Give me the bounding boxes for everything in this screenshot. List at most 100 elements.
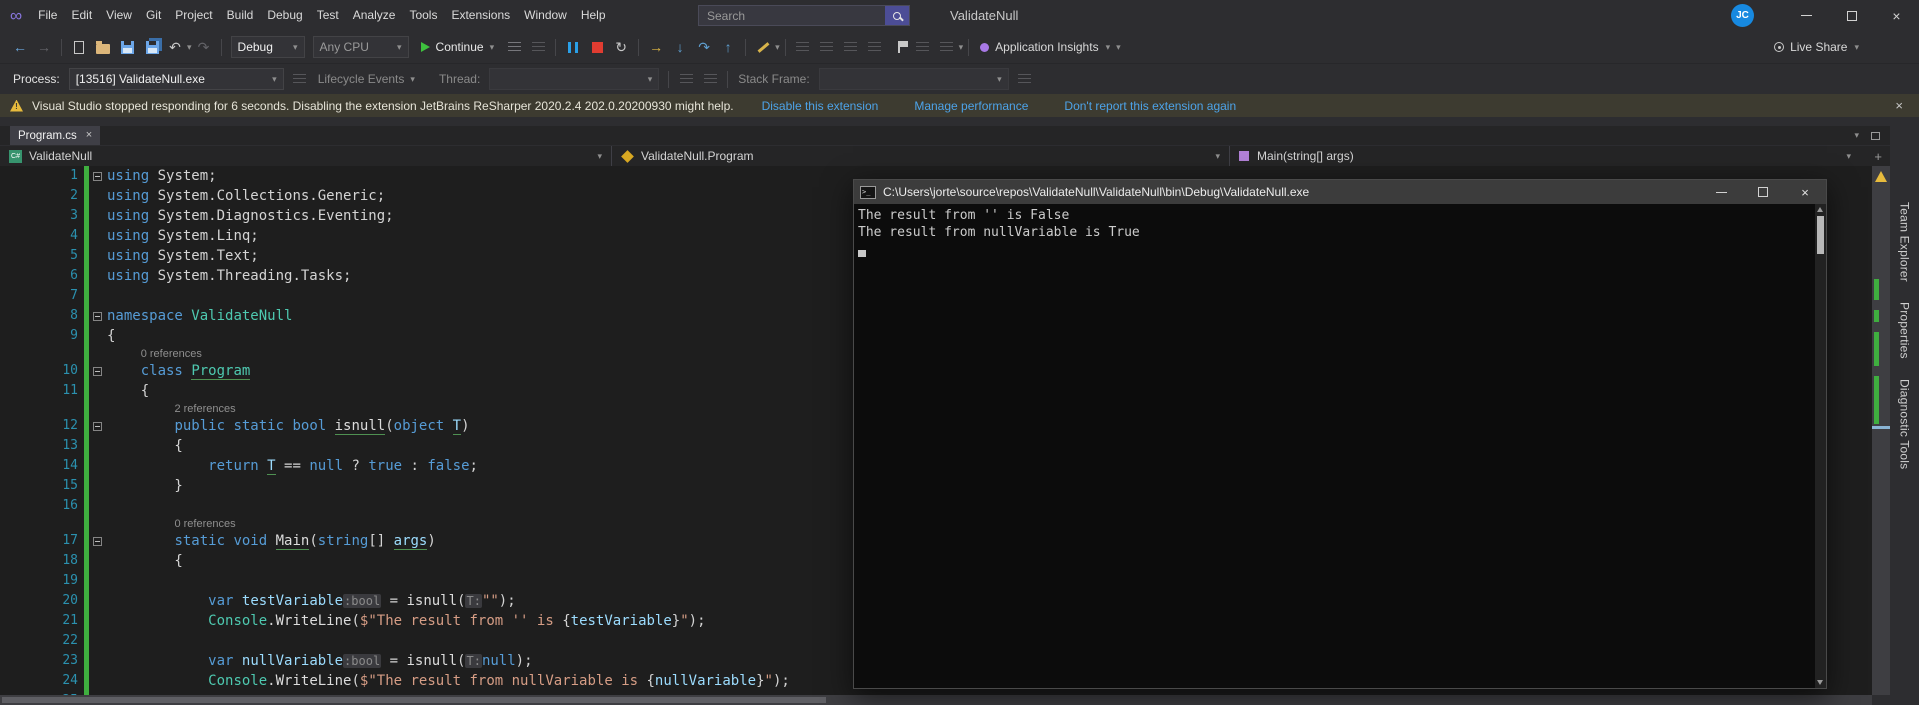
menu-project[interactable]: Project: [168, 0, 219, 31]
lifecycle-icon-button[interactable]: [289, 67, 311, 91]
stop-debugging-button[interactable]: [586, 35, 608, 59]
tab-close-icon[interactable]: ×: [86, 130, 92, 141]
navigate-back-button[interactable]: ←: [9, 35, 31, 59]
indent-button[interactable]: [840, 35, 862, 59]
line-number[interactable]: 19: [0, 571, 84, 591]
save-button[interactable]: [116, 35, 138, 59]
navigate-forward-button[interactable]: →: [33, 35, 55, 59]
fold-toggle[interactable]: [89, 361, 105, 381]
console-minimize-button[interactable]: [1700, 180, 1742, 204]
code-cleanup-button[interactable]: [752, 35, 774, 59]
solution-platform-dropdown[interactable]: Any CPU ▾: [312, 36, 409, 58]
save-all-button[interactable]: [140, 35, 162, 59]
line-number[interactable]: 23: [0, 651, 84, 671]
console-window[interactable]: >_ C:\Users\jorte\source\repos\ValidateN…: [853, 179, 1827, 689]
line-number[interactable]: 14: [0, 456, 84, 476]
solution-configuration-dropdown[interactable]: Debug ▾: [230, 36, 305, 58]
line-number[interactable]: 18: [0, 551, 84, 571]
float-window-icon[interactable]: [1871, 131, 1880, 140]
step-out-button[interactable]: ↑: [717, 35, 739, 59]
search-button[interactable]: [885, 6, 909, 25]
line-number[interactable]: [0, 346, 84, 361]
line-number[interactable]: 1: [0, 166, 84, 186]
toolbar-options-dropdown[interactable]: ▾: [1116, 42, 1121, 52]
add-icon[interactable]: +: [1874, 146, 1882, 167]
line-number[interactable]: [0, 401, 84, 416]
thread-dropdown[interactable]: ▾: [489, 68, 660, 90]
infobar-link-2[interactable]: Don't report this extension again: [1064, 99, 1236, 113]
toolbar-overflow-dropdown[interactable]: ▾: [959, 42, 964, 52]
lifecycle-events-dropdown[interactable]: Lifecycle Events ▾: [318, 72, 415, 86]
continue-button[interactable]: Continue ▾: [420, 40, 494, 54]
minimize-button[interactable]: [1784, 0, 1829, 31]
bookmark-prev-button[interactable]: [936, 35, 958, 59]
bookmark-next-button[interactable]: [912, 35, 934, 59]
fold-toggle[interactable]: [89, 531, 105, 551]
scroll-up-icon[interactable]: [1817, 207, 1823, 212]
process-dropdown[interactable]: [13516] ValidateNull.exe ▾: [68, 68, 284, 90]
restart-button[interactable]: ↻: [610, 35, 632, 59]
console-close-button[interactable]: ×: [1784, 180, 1826, 204]
comment-button[interactable]: [864, 35, 886, 59]
infobar-link-1[interactable]: Manage performance: [914, 99, 1028, 113]
line-number[interactable]: 6: [0, 266, 84, 286]
fold-toggle[interactable]: [89, 166, 105, 186]
line-number[interactable]: 13: [0, 436, 84, 456]
menu-debug[interactable]: Debug: [260, 0, 309, 31]
open-file-button[interactable]: [92, 35, 114, 59]
line-number[interactable]: 7: [0, 286, 84, 306]
show-next-statement-button[interactable]: →: [645, 35, 667, 59]
line-number[interactable]: 16: [0, 496, 84, 516]
menu-git[interactable]: Git: [139, 0, 168, 31]
console-title-bar[interactable]: >_ C:\Users\jorte\source\repos\ValidateN…: [854, 180, 1826, 204]
menu-build[interactable]: Build: [220, 0, 261, 31]
type-dropdown[interactable]: ValidateNull.Program ▾: [612, 146, 1230, 166]
search-input[interactable]: Search: [698, 5, 910, 26]
line-number[interactable]: 22: [0, 631, 84, 651]
codelens-references[interactable]: 0 references: [174, 518, 235, 530]
stack-frame-dropdown[interactable]: ▾: [818, 68, 1009, 90]
project-dropdown[interactable]: C# ValidateNull ▾: [0, 146, 612, 166]
break-all-button[interactable]: [562, 35, 584, 59]
line-number[interactable]: [0, 516, 84, 531]
browser-preview-button[interactable]: [503, 35, 525, 59]
redo-button[interactable]: ↷: [193, 35, 215, 59]
live-share-button[interactable]: Live Share ▾: [1774, 40, 1859, 54]
horizontal-scrollbar[interactable]: [0, 695, 1872, 705]
line-number[interactable]: 24: [0, 671, 84, 691]
menu-edit[interactable]: Edit: [64, 0, 99, 31]
step-into-button[interactable]: ↓: [669, 35, 691, 59]
line-number[interactable]: 2: [0, 186, 84, 206]
undo-button[interactable]: ↶: [164, 35, 186, 59]
new-file-button[interactable]: [68, 35, 90, 59]
line-number[interactable]: 3: [0, 206, 84, 226]
console-scrollbar[interactable]: [1815, 204, 1826, 688]
console-output[interactable]: The result from '' is False The result fr…: [854, 204, 1826, 688]
menu-file[interactable]: File: [31, 0, 64, 31]
codelens-references[interactable]: 0 references: [141, 348, 202, 360]
tab-program-cs[interactable]: Program.cs ×: [10, 126, 101, 145]
line-number[interactable]: 9: [0, 326, 84, 346]
menu-analyze[interactable]: Analyze: [346, 0, 403, 31]
line-number[interactable]: 15: [0, 476, 84, 496]
codelens-references[interactable]: 2 references: [174, 403, 235, 415]
console-scrollbar-thumb[interactable]: [1817, 216, 1824, 254]
infobar-close-button[interactable]: ×: [1889, 98, 1909, 113]
infobar-link-0[interactable]: Disable this extension: [762, 99, 879, 113]
line-number[interactable]: 5: [0, 246, 84, 266]
line-number[interactable]: 20: [0, 591, 84, 611]
menu-help[interactable]: Help: [574, 0, 613, 31]
application-insights-dropdown[interactable]: Application Insights ▾: [980, 40, 1110, 54]
account-avatar[interactable]: JC: [1731, 4, 1754, 27]
maximize-button[interactable]: [1829, 0, 1874, 31]
line-number[interactable]: 17: [0, 531, 84, 551]
line-number[interactable]: 10: [0, 361, 84, 381]
dock-tab-diagnostic-tools[interactable]: Diagnostic Tools: [1898, 379, 1912, 469]
step-over-button[interactable]: ↷: [693, 35, 715, 59]
undo-dropdown[interactable]: ▾: [187, 42, 192, 52]
stack-frame-nav-button[interactable]: [1014, 67, 1036, 91]
menu-view[interactable]: View: [99, 0, 139, 31]
menu-tools[interactable]: Tools: [402, 0, 444, 31]
next-thread-button[interactable]: [699, 67, 721, 91]
code-cleanup-dropdown[interactable]: ▾: [775, 42, 780, 52]
